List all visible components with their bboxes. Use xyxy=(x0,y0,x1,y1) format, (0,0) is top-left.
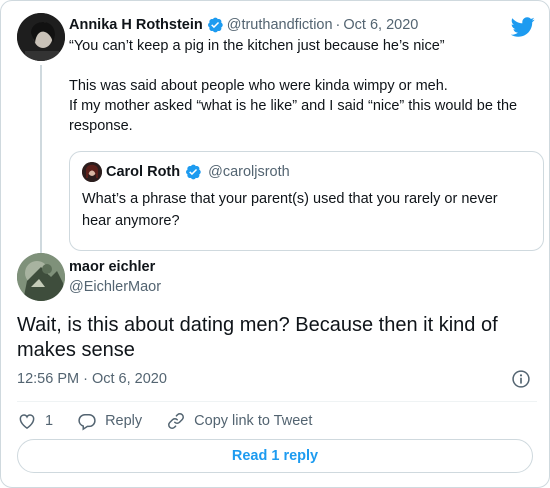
tweet-text-line: This was said about people who were kind… xyxy=(69,78,448,94)
avatar-image xyxy=(17,13,65,61)
tweet-text: Wait, is this about dating men? Because … xyxy=(17,313,537,363)
author-name[interactable]: maor eichler xyxy=(69,257,155,277)
parent-tweet-content: Annika H Rothstein @truthandfiction · Oc… xyxy=(69,15,541,136)
verified-badge-icon xyxy=(207,17,223,33)
like-count: 1 xyxy=(45,412,54,429)
reply-label: Reply xyxy=(105,412,143,429)
author-handle[interactable]: @truthandfiction xyxy=(227,15,333,35)
parent-tweet-text: “You can’t keep a pig in the kitchen jus… xyxy=(69,36,541,136)
quoted-author-handle: @caroljsroth xyxy=(208,164,290,180)
tweet-text-line: Wait, is this about dating men? Because … xyxy=(17,314,498,336)
tweet-text-line: hear anymore? xyxy=(82,213,180,229)
like-button[interactable]: 1 xyxy=(17,411,53,431)
tweet-date[interactable]: Oct 6, 2020 xyxy=(343,15,418,35)
tweet-text-line: “You can’t keep a pig in the kitchen jus… xyxy=(69,38,445,54)
heart-icon xyxy=(19,413,35,429)
avatar[interactable] xyxy=(17,253,65,301)
tweet-text-line: makes sense xyxy=(17,339,135,361)
quoted-avatar xyxy=(82,162,102,182)
parent-tweet-header: Annika H Rothstein @truthandfiction · Oc… xyxy=(69,15,541,35)
avatar[interactable] xyxy=(17,13,65,61)
link-icon xyxy=(168,412,185,429)
read-replies-button[interactable]: Read 1 reply xyxy=(17,439,533,473)
copy-link-button[interactable]: Copy link to Tweet xyxy=(166,411,312,431)
quoted-author-name: Carol Roth xyxy=(106,164,181,180)
verified-badge-icon xyxy=(186,164,201,180)
tweet-timestamp[interactable]: 12:56 PM · Oct 6, 2020 xyxy=(17,369,167,389)
tweet-text-line xyxy=(69,56,541,76)
quoted-tweet[interactable]: Carol Roth @caroljsroth What’s a phrase … xyxy=(69,151,544,251)
avatar-image xyxy=(17,253,65,301)
tweet-text-line: What’s a phrase that your parent(s) used… xyxy=(82,191,498,207)
tweet-embed-card: Annika H Rothstein @truthandfiction · Oc… xyxy=(0,0,550,488)
author-name[interactable]: Annika H Rothstein xyxy=(69,15,203,35)
reply-button[interactable]: Reply xyxy=(77,411,142,431)
copy-link-label: Copy link to Tweet xyxy=(194,412,313,429)
author-handle[interactable]: @EichlerMaor xyxy=(69,277,161,297)
separator: · xyxy=(335,17,341,33)
quoted-tweet-header: Carol Roth @caroljsroth xyxy=(82,162,290,182)
tweet-text-line: If my mother asked “what is he like” and… xyxy=(69,98,518,114)
info-icon[interactable] xyxy=(511,369,531,389)
reply-icon xyxy=(78,413,96,431)
tweet-text-line: response. xyxy=(69,118,133,134)
tweet-actions: 1 Reply Copy link to Tweet xyxy=(17,401,537,439)
thread-connector-line xyxy=(40,65,42,253)
quoted-tweet-text: What’s a phrase that your parent(s) used… xyxy=(82,188,532,232)
